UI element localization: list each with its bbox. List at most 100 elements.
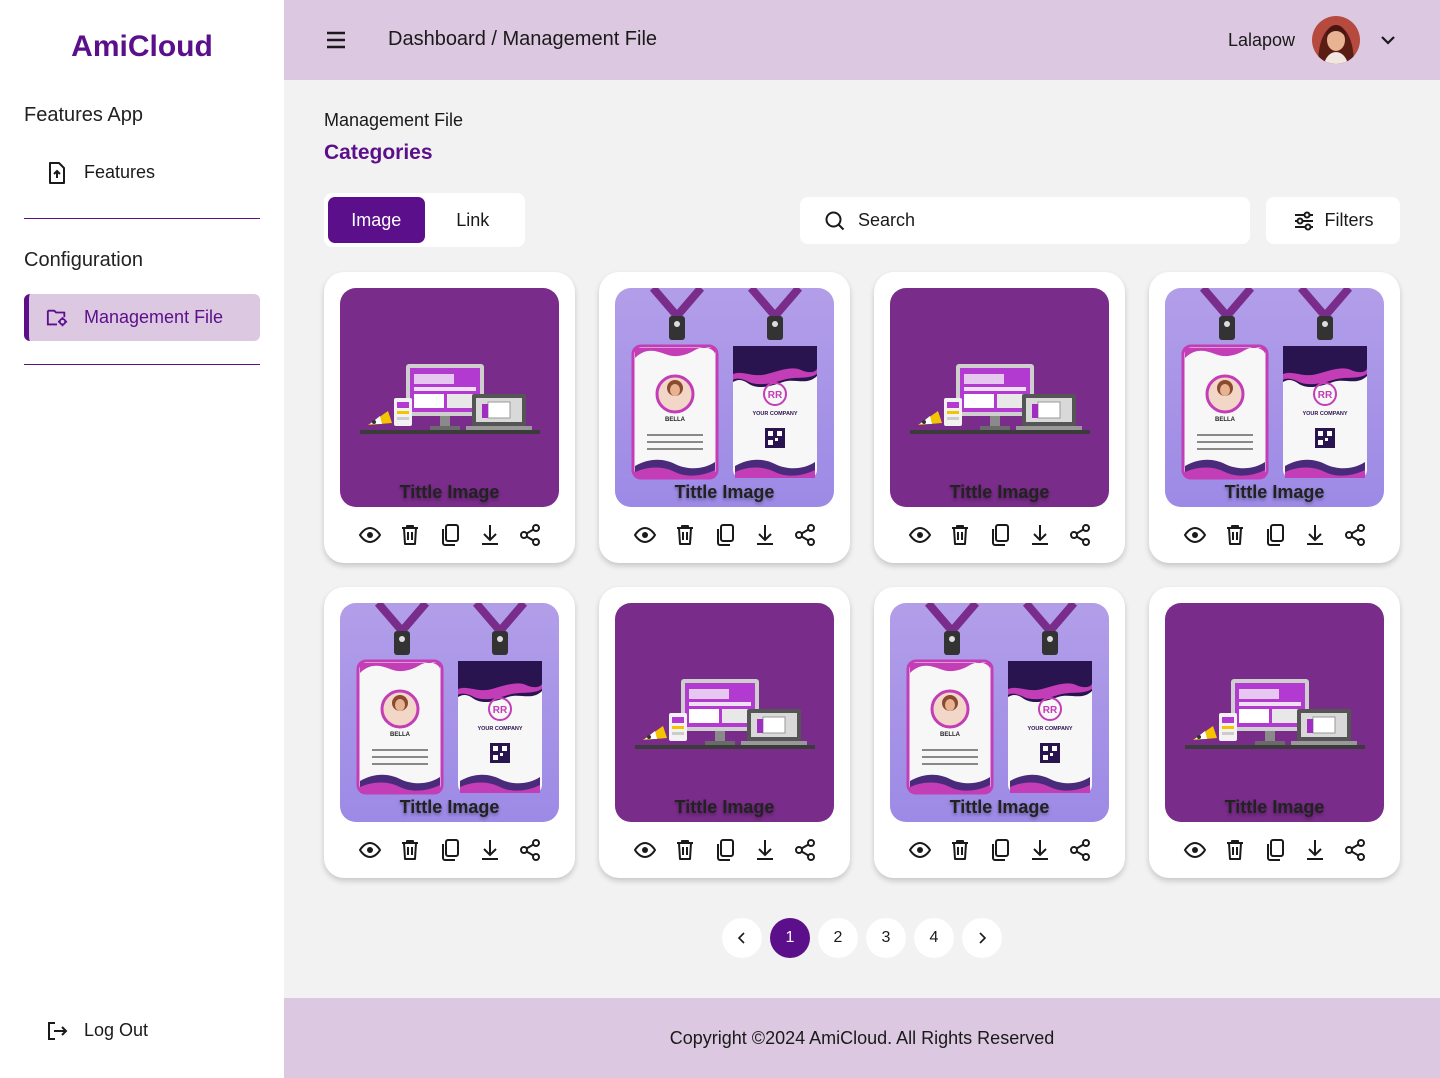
- devices-illustration-thumbnail[interactable]: Tittle Image: [1165, 603, 1384, 822]
- devices-illustration-thumbnail[interactable]: Tittle Image: [615, 603, 834, 822]
- eye-icon[interactable]: [907, 837, 933, 863]
- download-icon[interactable]: [1027, 837, 1053, 863]
- sidebar-item-management-file[interactable]: Management File: [24, 294, 260, 341]
- id-card-thumbnail[interactable]: BELLA RR YOUR COMPANY Tittle Image: [1165, 288, 1384, 507]
- share-icon[interactable]: [1067, 522, 1093, 548]
- avatar[interactable]: [1312, 16, 1360, 64]
- eye-icon[interactable]: [357, 522, 383, 548]
- trash-icon[interactable]: [1222, 837, 1248, 863]
- download-icon[interactable]: [1302, 837, 1328, 863]
- id-card-thumbnail[interactable]: BELLA RR YOUR COMPANY Tittle Image: [340, 603, 559, 822]
- image-card: BELLA RR YOUR COMPANY Tittle Image: [599, 272, 850, 563]
- folder-settings-icon: [46, 307, 68, 329]
- copyright-text: Copyright ©2024 AmiCloud. All Rights Res…: [669, 1027, 1055, 1048]
- breadcrumb-separator: /: [485, 28, 503, 50]
- hamburger-menu-icon[interactable]: [324, 28, 348, 52]
- filters-label: Filters: [1324, 210, 1374, 230]
- eye-icon[interactable]: [1182, 522, 1208, 548]
- download-icon[interactable]: [1302, 522, 1328, 548]
- image-grid: Tittle Image BELLA RR YOUR COMPANY Tittl…: [324, 272, 1400, 878]
- share-icon[interactable]: [517, 522, 543, 548]
- trash-icon[interactable]: [397, 837, 423, 863]
- id-card-thumbnail[interactable]: BELLA RR YOUR COMPANY Tittle Image: [890, 603, 1109, 822]
- download-icon[interactable]: [477, 522, 503, 548]
- sidebar-item-label: Features: [84, 162, 156, 182]
- copy-icon[interactable]: [712, 522, 738, 548]
- card-title: Tittle Image: [674, 482, 775, 502]
- copy-icon[interactable]: [712, 837, 738, 863]
- next-page-button[interactable]: [962, 918, 1002, 958]
- svg-text:RR: RR: [1318, 390, 1333, 401]
- svg-text:RR: RR: [768, 390, 783, 401]
- card-title: Tittle Image: [674, 797, 775, 817]
- share-icon[interactable]: [1067, 837, 1093, 863]
- trash-icon[interactable]: [947, 837, 973, 863]
- eye-icon[interactable]: [632, 522, 658, 548]
- share-icon[interactable]: [792, 837, 818, 863]
- download-icon[interactable]: [477, 837, 503, 863]
- trash-icon[interactable]: [947, 522, 973, 548]
- card-title: Tittle Image: [1224, 797, 1325, 817]
- chevron-down-icon[interactable]: [1378, 30, 1398, 50]
- eye-icon[interactable]: [1182, 837, 1208, 863]
- download-icon[interactable]: [752, 837, 778, 863]
- tab-link[interactable]: Link: [425, 197, 522, 243]
- download-icon[interactable]: [1027, 522, 1053, 548]
- page-button[interactable]: 2: [818, 918, 858, 958]
- eye-icon[interactable]: [907, 522, 933, 548]
- svg-text:YOUR COMPANY: YOUR COMPANY: [1027, 726, 1072, 732]
- filters-button[interactable]: Filters: [1266, 197, 1400, 244]
- prev-page-button[interactable]: [722, 918, 762, 958]
- share-icon[interactable]: [792, 522, 818, 548]
- top-header: Dashboard / Management File Lalapow: [284, 0, 1440, 80]
- sidebar-item-features[interactable]: Features: [24, 149, 260, 196]
- section-title-features-app: Features App: [24, 104, 143, 126]
- card-title: Tittle Image: [399, 797, 500, 817]
- logout-icon: [46, 1020, 68, 1042]
- svg-text:BELLA: BELLA: [940, 732, 961, 738]
- chevron-left-icon: [737, 932, 745, 944]
- page-button[interactable]: 1: [770, 918, 810, 958]
- trash-icon[interactable]: [672, 837, 698, 863]
- category-tabs: Image Link: [324, 193, 525, 247]
- devices-illustration-thumbnail[interactable]: Tittle Image: [340, 288, 559, 507]
- share-icon[interactable]: [517, 837, 543, 863]
- copy-icon[interactable]: [987, 837, 1013, 863]
- svg-text:RR: RR: [1043, 705, 1058, 716]
- svg-text:BELLA: BELLA: [390, 732, 411, 738]
- svg-text:RR: RR: [493, 705, 508, 716]
- card-title: Tittle Image: [1224, 482, 1325, 502]
- share-icon[interactable]: [1342, 522, 1368, 548]
- id-card-thumbnail[interactable]: BELLA RR YOUR COMPANY Tittle Image: [615, 288, 834, 507]
- image-card: Tittle Image: [599, 587, 850, 878]
- copy-icon[interactable]: [1262, 522, 1288, 548]
- pagination: 1234: [722, 918, 1002, 958]
- trash-icon[interactable]: [1222, 522, 1248, 548]
- download-icon[interactable]: [752, 522, 778, 548]
- page-button[interactable]: 4: [914, 918, 954, 958]
- tab-image[interactable]: Image: [328, 197, 425, 243]
- sidebar-divider: [24, 218, 260, 219]
- logout-button[interactable]: Log Out: [24, 1007, 260, 1054]
- copy-icon[interactable]: [987, 522, 1013, 548]
- trash-icon[interactable]: [672, 522, 698, 548]
- share-icon[interactable]: [1342, 837, 1368, 863]
- card-actions: [907, 522, 1093, 548]
- sliders-icon: [1293, 211, 1315, 231]
- card-title: Tittle Image: [399, 482, 500, 502]
- card-title: Tittle Image: [949, 797, 1050, 817]
- devices-illustration-thumbnail[interactable]: Tittle Image: [890, 288, 1109, 507]
- page-button[interactable]: 3: [866, 918, 906, 958]
- eye-icon[interactable]: [632, 837, 658, 863]
- breadcrumb-root[interactable]: Dashboard: [388, 28, 486, 50]
- card-actions: [907, 837, 1093, 863]
- copy-icon[interactable]: [437, 522, 463, 548]
- copy-icon[interactable]: [1262, 837, 1288, 863]
- trash-icon[interactable]: [397, 522, 423, 548]
- eye-icon[interactable]: [357, 837, 383, 863]
- sidebar-divider: [24, 364, 260, 365]
- search-input[interactable]: [858, 210, 1218, 231]
- svg-text:YOUR COMPANY: YOUR COMPANY: [477, 726, 522, 732]
- app-logo[interactable]: AmiCloud: [0, 30, 284, 64]
- copy-icon[interactable]: [437, 837, 463, 863]
